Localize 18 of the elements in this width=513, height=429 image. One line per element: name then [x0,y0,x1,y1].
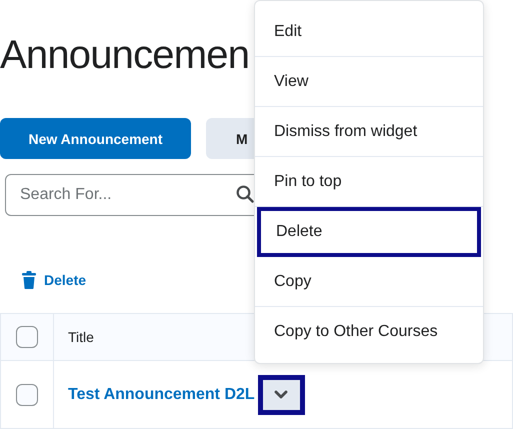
select-all-checkbox[interactable] [16,326,38,348]
menu-item[interactable]: Delete [257,207,481,257]
chevron-icon [274,390,288,399]
trash-icon [22,271,36,289]
menu-item[interactable]: Edit [255,7,483,57]
menu-item[interactable]: Copy to Other Courses [255,307,483,363]
page-title: Announcemen [0,32,250,79]
dropdown-button[interactable] [258,374,305,414]
search-icon[interactable] [236,185,254,203]
column-header: Title [68,329,94,345]
menu-item[interactable]: Copy [255,257,483,307]
delete-link[interactable]: Delete [22,266,86,294]
menu-item[interactable]: Pin to top [255,157,483,207]
menu-item[interactable]: View [255,57,483,107]
announcement-link[interactable]: Test Announcement D2L [68,386,255,404]
new-announcement-button[interactable]: New Announcement [0,118,191,159]
menu-item[interactable]: Dismiss from widget [255,107,483,157]
row-checkbox[interactable] [16,384,38,406]
